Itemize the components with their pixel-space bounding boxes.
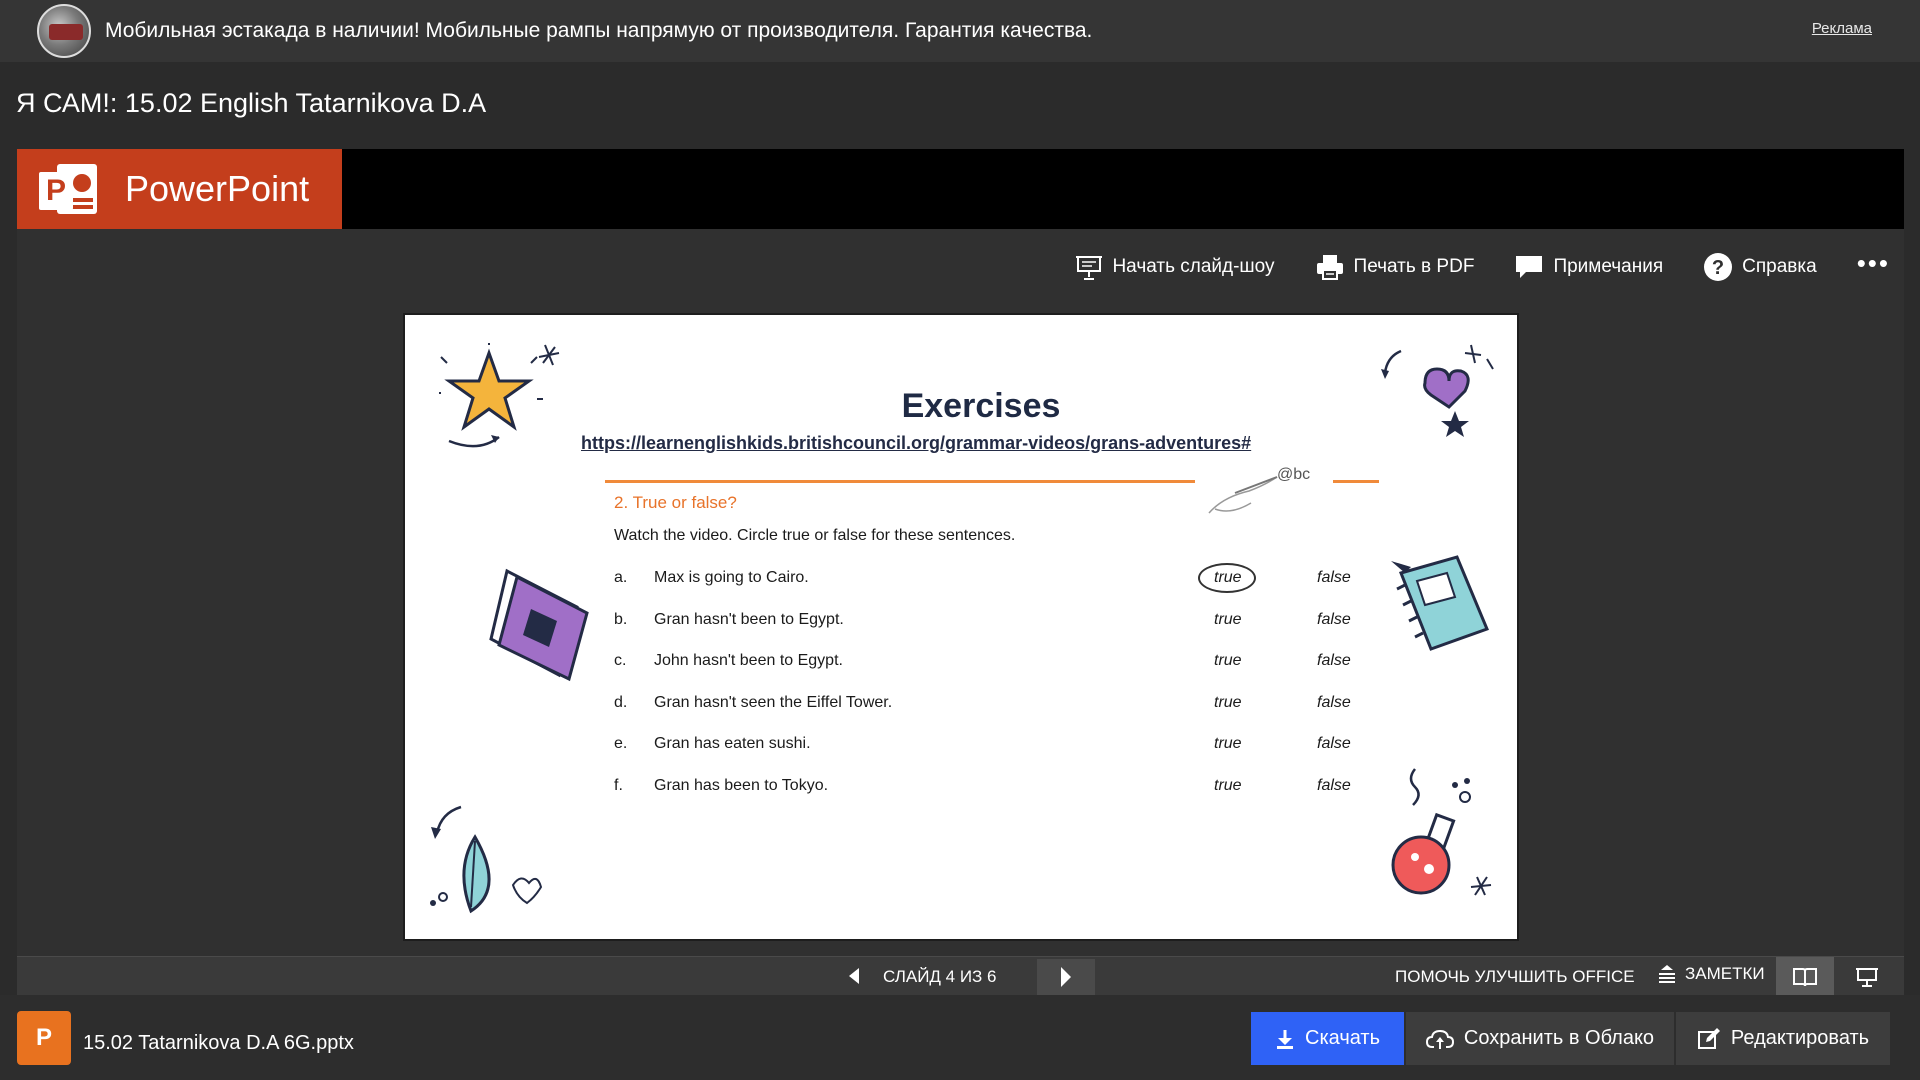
edit-label: Редактировать xyxy=(1730,1027,1870,1049)
exercise-instruction: Watch the video. Circle true or false fo… xyxy=(614,527,1016,544)
notes-icon xyxy=(1659,965,1675,983)
row-false: false xyxy=(1317,611,1351,628)
download-label: Скачать xyxy=(1305,1027,1380,1049)
edit-icon xyxy=(1697,1027,1720,1049)
reading-view-button[interactable] xyxy=(1776,957,1834,996)
row-letter: e. xyxy=(614,735,628,752)
row-letter: b. xyxy=(614,611,628,628)
notes-toggle-label: ЗАМЕТКИ xyxy=(1685,964,1765,983)
slide-counter: СЛАЙД 4 ИЗ 6 xyxy=(883,967,997,986)
svg-text:?: ? xyxy=(1712,257,1724,279)
flask-doodle-icon xyxy=(1391,768,1492,896)
notes-toggle-button[interactable]: ЗАМЕТКИ xyxy=(1657,963,1765,985)
viewer-status-bar: СЛАЙД 4 ИЗ 6 ПОМОЧЬ УЛУЧШИТЬ OFFICE ЗАМЕ… xyxy=(17,956,1904,996)
row-false: false xyxy=(1317,652,1351,669)
row-letter: f. xyxy=(614,777,623,794)
powerpoint-logo-icon: P xyxy=(39,160,101,218)
row-sentence: Gran has eaten sushi. xyxy=(654,735,811,752)
comment-icon xyxy=(1516,256,1543,278)
help-button[interactable]: ? Справка xyxy=(1703,252,1817,282)
powerpoint-brand: P PowerPoint xyxy=(17,149,342,229)
page-title: Я САМ!: 15.02 English Tatarnikova D.A xyxy=(16,88,487,118)
row-sentence: Gran hasn't seen the Eiffel Tower. xyxy=(654,694,893,711)
viewer-header: P PowerPoint xyxy=(17,149,1904,229)
help-label: Справка xyxy=(1742,256,1817,277)
row-letter: a. xyxy=(614,569,628,586)
print-pdf-button[interactable]: Печать в PDF xyxy=(1315,253,1475,281)
ad-banner[interactable]: Мобильная эстакада в наличии! Мобильные … xyxy=(0,0,1920,62)
notes-button[interactable]: Примечания xyxy=(1514,253,1663,281)
download-button[interactable]: Скачать xyxy=(1251,1012,1404,1065)
handwriting-abc-text: @bc xyxy=(1277,466,1310,483)
exercise-row: f. Gran has been to Tokyo. true false xyxy=(614,777,1354,801)
row-false: false xyxy=(1317,694,1351,711)
viewer-toolbar: Начать слайд-шоу Печать в PDF Примечания… xyxy=(1035,247,1890,287)
row-false: false xyxy=(1317,569,1351,586)
edit-button[interactable]: Редактировать xyxy=(1676,1012,1890,1065)
more-options-icon[interactable]: ••• xyxy=(1857,248,1890,279)
row-true: true xyxy=(1214,569,1242,586)
exercise-row: d. Gran hasn't seen the Eiffel Tower. tr… xyxy=(614,694,1354,718)
app-name: PowerPoint xyxy=(125,168,310,209)
row-sentence: Gran has been to Tokyo. xyxy=(654,777,829,794)
row-sentence: Gran hasn't been to Egypt. xyxy=(654,611,844,628)
download-icon xyxy=(1277,1029,1293,1049)
powerpoint-viewer: P PowerPoint Начать слайд-шоу Печать в P… xyxy=(17,149,1904,996)
ad-text[interactable]: Мобильная эстакада в наличии! Мобильные … xyxy=(105,19,1092,43)
next-slide-icon xyxy=(1061,967,1071,987)
row-true: true xyxy=(1214,735,1242,752)
exercise-row: a. Max is going to Cairo. true false xyxy=(614,563,1354,593)
start-slideshow-button[interactable]: Начать слайд-шоу xyxy=(1075,253,1275,281)
exercise-subtitle: 2. True or false? xyxy=(614,493,737,512)
exercise-row: e. Gran has eaten sushi. true false xyxy=(614,735,1354,759)
printer-icon xyxy=(1316,255,1343,280)
slide-canvas[interactable]: Exercises https://learnenglishkids.briti… xyxy=(403,313,1519,941)
save-to-cloud-label: Сохранить в Облако xyxy=(1463,1027,1655,1049)
row-false: false xyxy=(1317,777,1351,794)
previous-slide-icon[interactable] xyxy=(843,965,865,987)
row-sentence: Max is going to Cairo. xyxy=(654,569,809,586)
start-slideshow-label: Начать слайд-шоу xyxy=(1112,256,1275,277)
file-name: 15.02 Tatarnikova D.A 6G.pptx xyxy=(83,1032,354,1054)
row-letter: d. xyxy=(614,694,628,711)
slideshow-view-button[interactable] xyxy=(1842,957,1892,996)
row-true: true xyxy=(1214,611,1242,628)
exercise-row: b. Gran hasn't been to Egypt. true false xyxy=(614,611,1354,635)
row-true: true xyxy=(1214,694,1242,711)
help-icon: ? xyxy=(1704,253,1733,281)
ad-avatar-image[interactable] xyxy=(37,4,91,58)
file-bar: P 15.02 Tatarnikova D.A 6G.pptx Скачать … xyxy=(0,995,1920,1080)
handwriting-pen-icon: @bc xyxy=(1208,466,1310,514)
notes-label: Примечания xyxy=(1553,256,1664,277)
leaf-doodle-icon xyxy=(430,805,543,914)
help-improve-office-link[interactable]: ПОМОЧЬ УЛУЧШИТЬ OFFICE xyxy=(1395,967,1635,987)
row-sentence: John hasn't been to Egypt. xyxy=(654,652,843,669)
print-pdf-label: Печать в PDF xyxy=(1353,256,1475,277)
presentation-icon xyxy=(1076,256,1103,280)
divider-line-left xyxy=(605,480,1195,483)
divider-line-right xyxy=(1333,480,1379,483)
book-doodle-icon xyxy=(489,568,589,682)
row-letter: c. xyxy=(614,652,627,669)
row-false: false xyxy=(1317,735,1351,752)
notebook-doodle-icon xyxy=(1391,555,1489,651)
slideshow-view-icon xyxy=(1856,967,1878,987)
pptx-file-icon: P xyxy=(17,1011,71,1065)
exercise-row: c. John hasn't been to Egypt. true false xyxy=(614,652,1354,676)
next-slide-button[interactable] xyxy=(1037,959,1095,995)
row-true: true xyxy=(1214,777,1242,794)
reading-view-icon xyxy=(1793,967,1817,986)
row-true: true xyxy=(1214,652,1242,669)
cloud-upload-icon xyxy=(1425,1029,1454,1049)
slide-title: Exercises xyxy=(901,387,1061,425)
save-to-cloud-button[interactable]: Сохранить в Облако xyxy=(1406,1012,1674,1065)
ad-label-link[interactable]: Реклама xyxy=(1812,20,1872,37)
slide-hyperlink[interactable]: https://learnenglishkids.britishcouncil.… xyxy=(581,433,1251,454)
